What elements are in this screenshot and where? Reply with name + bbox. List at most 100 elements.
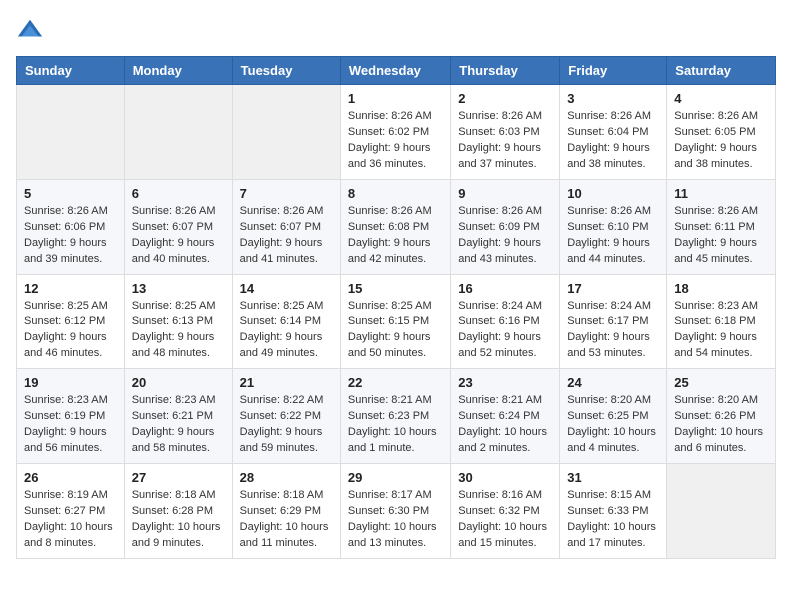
weekday-header: Monday	[124, 57, 232, 85]
day-number: 10	[567, 186, 659, 201]
cell-content: Sunrise: 8:24 AM Sunset: 6:16 PM Dayligh…	[458, 299, 552, 363]
cell-content: Sunrise: 8:25 AM Sunset: 6:12 PM Dayligh…	[24, 299, 117, 363]
cell-content: Sunrise: 8:20 AM Sunset: 6:26 PM Dayligh…	[674, 393, 768, 457]
calendar-week-row: 26 Sunrise: 8:19 AM Sunset: 6:27 PM Dayli…	[17, 464, 776, 559]
calendar-cell: 8Sunrise: 8:26 AM Sunset: 6:08 PM Daylig…	[340, 179, 450, 274]
cell-content: Sunrise: 8:26 AM Sunset: 6:06 PM Dayligh…	[24, 204, 117, 268]
day-number: 14	[240, 281, 333, 296]
day-number: 9	[458, 186, 552, 201]
calendar-cell: 22 Sunrise: 8:21 AM Sunset: 6:23 PM Dayli…	[340, 369, 450, 464]
day-number: 24	[567, 375, 659, 390]
cell-content: Sunrise: 8:18 AM Sunset: 6:29 PM Dayligh…	[240, 488, 333, 552]
calendar-week-row: 19 Sunrise: 8:23 AM Sunset: 6:19 PM Dayli…	[17, 369, 776, 464]
calendar-cell: 29 Sunrise: 8:17 AM Sunset: 6:30 PM Dayli…	[340, 464, 450, 559]
calendar-cell	[667, 464, 776, 559]
cell-content: Sunrise: 8:26 AM Sunset: 6:03 PM Dayligh…	[458, 109, 552, 173]
calendar-cell: 17 Sunrise: 8:24 AM Sunset: 6:17 PM Dayli…	[560, 274, 667, 369]
day-number: 7	[240, 186, 333, 201]
cell-content: Sunrise: 8:20 AM Sunset: 6:25 PM Dayligh…	[567, 393, 659, 457]
calendar-header-row: SundayMondayTuesdayWednesdayThursdayFrid…	[17, 57, 776, 85]
cell-content: Sunrise: 8:25 AM Sunset: 6:14 PM Dayligh…	[240, 299, 333, 363]
calendar-week-row: 5 Sunrise: 8:26 AM Sunset: 6:06 PM Daylig…	[17, 179, 776, 274]
cell-content: Sunrise: 8:21 AM Sunset: 6:23 PM Dayligh…	[348, 393, 443, 457]
calendar-cell: 21Sunrise: 8:22 AM Sunset: 6:22 PM Dayli…	[232, 369, 340, 464]
page-header	[16, 16, 776, 44]
calendar-cell: 7 Sunrise: 8:26 AM Sunset: 6:07 PM Daylig…	[232, 179, 340, 274]
calendar-week-row: 12 Sunrise: 8:25 AM Sunset: 6:12 PM Dayli…	[17, 274, 776, 369]
day-number: 2	[458, 91, 552, 106]
calendar-table: SundayMondayTuesdayWednesdayThursdayFrid…	[16, 56, 776, 559]
calendar-cell: 14 Sunrise: 8:25 AM Sunset: 6:14 PM Dayli…	[232, 274, 340, 369]
cell-content: Sunrise: 8:15 AM Sunset: 6:33 PM Dayligh…	[567, 488, 659, 552]
day-number: 28	[240, 470, 333, 485]
weekday-header: Sunday	[17, 57, 125, 85]
day-number: 4	[674, 91, 768, 106]
cell-content: Sunrise: 8:17 AM Sunset: 6:30 PM Dayligh…	[348, 488, 443, 552]
weekday-header: Tuesday	[232, 57, 340, 85]
cell-content: Sunrise: 8:18 AM Sunset: 6:28 PM Dayligh…	[132, 488, 225, 552]
calendar-cell: 10Sunrise: 8:26 AM Sunset: 6:10 PM Dayli…	[560, 179, 667, 274]
calendar-cell: 18 Sunrise: 8:23 AM Sunset: 6:18 PM Dayli…	[667, 274, 776, 369]
day-number: 25	[674, 375, 768, 390]
day-number: 8	[348, 186, 443, 201]
cell-content: Sunrise: 8:16 AM Sunset: 6:32 PM Dayligh…	[458, 488, 552, 552]
day-number: 15	[348, 281, 443, 296]
calendar-cell	[17, 85, 125, 180]
day-number: 16	[458, 281, 552, 296]
weekday-header: Thursday	[451, 57, 560, 85]
cell-content: Sunrise: 8:26 AM Sunset: 6:09 PM Dayligh…	[458, 204, 552, 268]
calendar-cell: 28 Sunrise: 8:18 AM Sunset: 6:29 PM Dayli…	[232, 464, 340, 559]
day-number: 29	[348, 470, 443, 485]
calendar-cell: 25 Sunrise: 8:20 AM Sunset: 6:26 PM Dayli…	[667, 369, 776, 464]
cell-content: Sunrise: 8:26 AM Sunset: 6:07 PM Dayligh…	[240, 204, 333, 268]
logo	[16, 16, 48, 44]
cell-content: Sunrise: 8:26 AM Sunset: 6:07 PM Dayligh…	[132, 204, 225, 268]
day-number: 6	[132, 186, 225, 201]
calendar-cell: 24 Sunrise: 8:20 AM Sunset: 6:25 PM Dayli…	[560, 369, 667, 464]
day-number: 5	[24, 186, 117, 201]
cell-content: Sunrise: 8:24 AM Sunset: 6:17 PM Dayligh…	[567, 299, 659, 363]
calendar-cell: 23 Sunrise: 8:21 AM Sunset: 6:24 PM Dayli…	[451, 369, 560, 464]
weekday-header: Saturday	[667, 57, 776, 85]
calendar-cell	[232, 85, 340, 180]
weekday-header: Wednesday	[340, 57, 450, 85]
day-number: 17	[567, 281, 659, 296]
cell-content: Sunrise: 8:25 AM Sunset: 6:15 PM Dayligh…	[348, 299, 443, 363]
calendar-cell: 1Sunrise: 8:26 AM Sunset: 6:02 PM Daylig…	[340, 85, 450, 180]
logo-icon	[16, 16, 44, 44]
day-number: 26	[24, 470, 117, 485]
weekday-header: Friday	[560, 57, 667, 85]
calendar-week-row: 1Sunrise: 8:26 AM Sunset: 6:02 PM Daylig…	[17, 85, 776, 180]
calendar-cell: 27 Sunrise: 8:18 AM Sunset: 6:28 PM Dayli…	[124, 464, 232, 559]
calendar-cell: 15 Sunrise: 8:25 AM Sunset: 6:15 PM Dayli…	[340, 274, 450, 369]
day-number: 22	[348, 375, 443, 390]
cell-content: Sunrise: 8:19 AM Sunset: 6:27 PM Dayligh…	[24, 488, 117, 552]
cell-content: Sunrise: 8:22 AM Sunset: 6:22 PM Dayligh…	[240, 393, 333, 457]
day-number: 19	[24, 375, 117, 390]
calendar-cell: 6 Sunrise: 8:26 AM Sunset: 6:07 PM Daylig…	[124, 179, 232, 274]
calendar-cell: 2 Sunrise: 8:26 AM Sunset: 6:03 PM Daylig…	[451, 85, 560, 180]
day-number: 31	[567, 470, 659, 485]
day-number: 11	[674, 186, 768, 201]
day-number: 27	[132, 470, 225, 485]
day-number: 23	[458, 375, 552, 390]
cell-content: Sunrise: 8:26 AM Sunset: 6:04 PM Dayligh…	[567, 109, 659, 173]
calendar-cell: 9 Sunrise: 8:26 AM Sunset: 6:09 PM Daylig…	[451, 179, 560, 274]
day-number: 30	[458, 470, 552, 485]
day-number: 18	[674, 281, 768, 296]
cell-content: Sunrise: 8:26 AM Sunset: 6:02 PM Dayligh…	[348, 109, 443, 173]
calendar-cell: 11Sunrise: 8:26 AM Sunset: 6:11 PM Dayli…	[667, 179, 776, 274]
cell-content: Sunrise: 8:23 AM Sunset: 6:19 PM Dayligh…	[24, 393, 117, 457]
calendar-cell	[124, 85, 232, 180]
cell-content: Sunrise: 8:23 AM Sunset: 6:18 PM Dayligh…	[674, 299, 768, 363]
calendar-cell: 4Sunrise: 8:26 AM Sunset: 6:05 PM Daylig…	[667, 85, 776, 180]
cell-content: Sunrise: 8:21 AM Sunset: 6:24 PM Dayligh…	[458, 393, 552, 457]
calendar-cell: 30 Sunrise: 8:16 AM Sunset: 6:32 PM Dayli…	[451, 464, 560, 559]
day-number: 20	[132, 375, 225, 390]
calendar-cell: 20 Sunrise: 8:23 AM Sunset: 6:21 PM Dayli…	[124, 369, 232, 464]
calendar-cell: 5 Sunrise: 8:26 AM Sunset: 6:06 PM Daylig…	[17, 179, 125, 274]
cell-content: Sunrise: 8:23 AM Sunset: 6:21 PM Dayligh…	[132, 393, 225, 457]
day-number: 12	[24, 281, 117, 296]
calendar-cell: 16 Sunrise: 8:24 AM Sunset: 6:16 PM Dayli…	[451, 274, 560, 369]
calendar-cell: 3Sunrise: 8:26 AM Sunset: 6:04 PM Daylig…	[560, 85, 667, 180]
